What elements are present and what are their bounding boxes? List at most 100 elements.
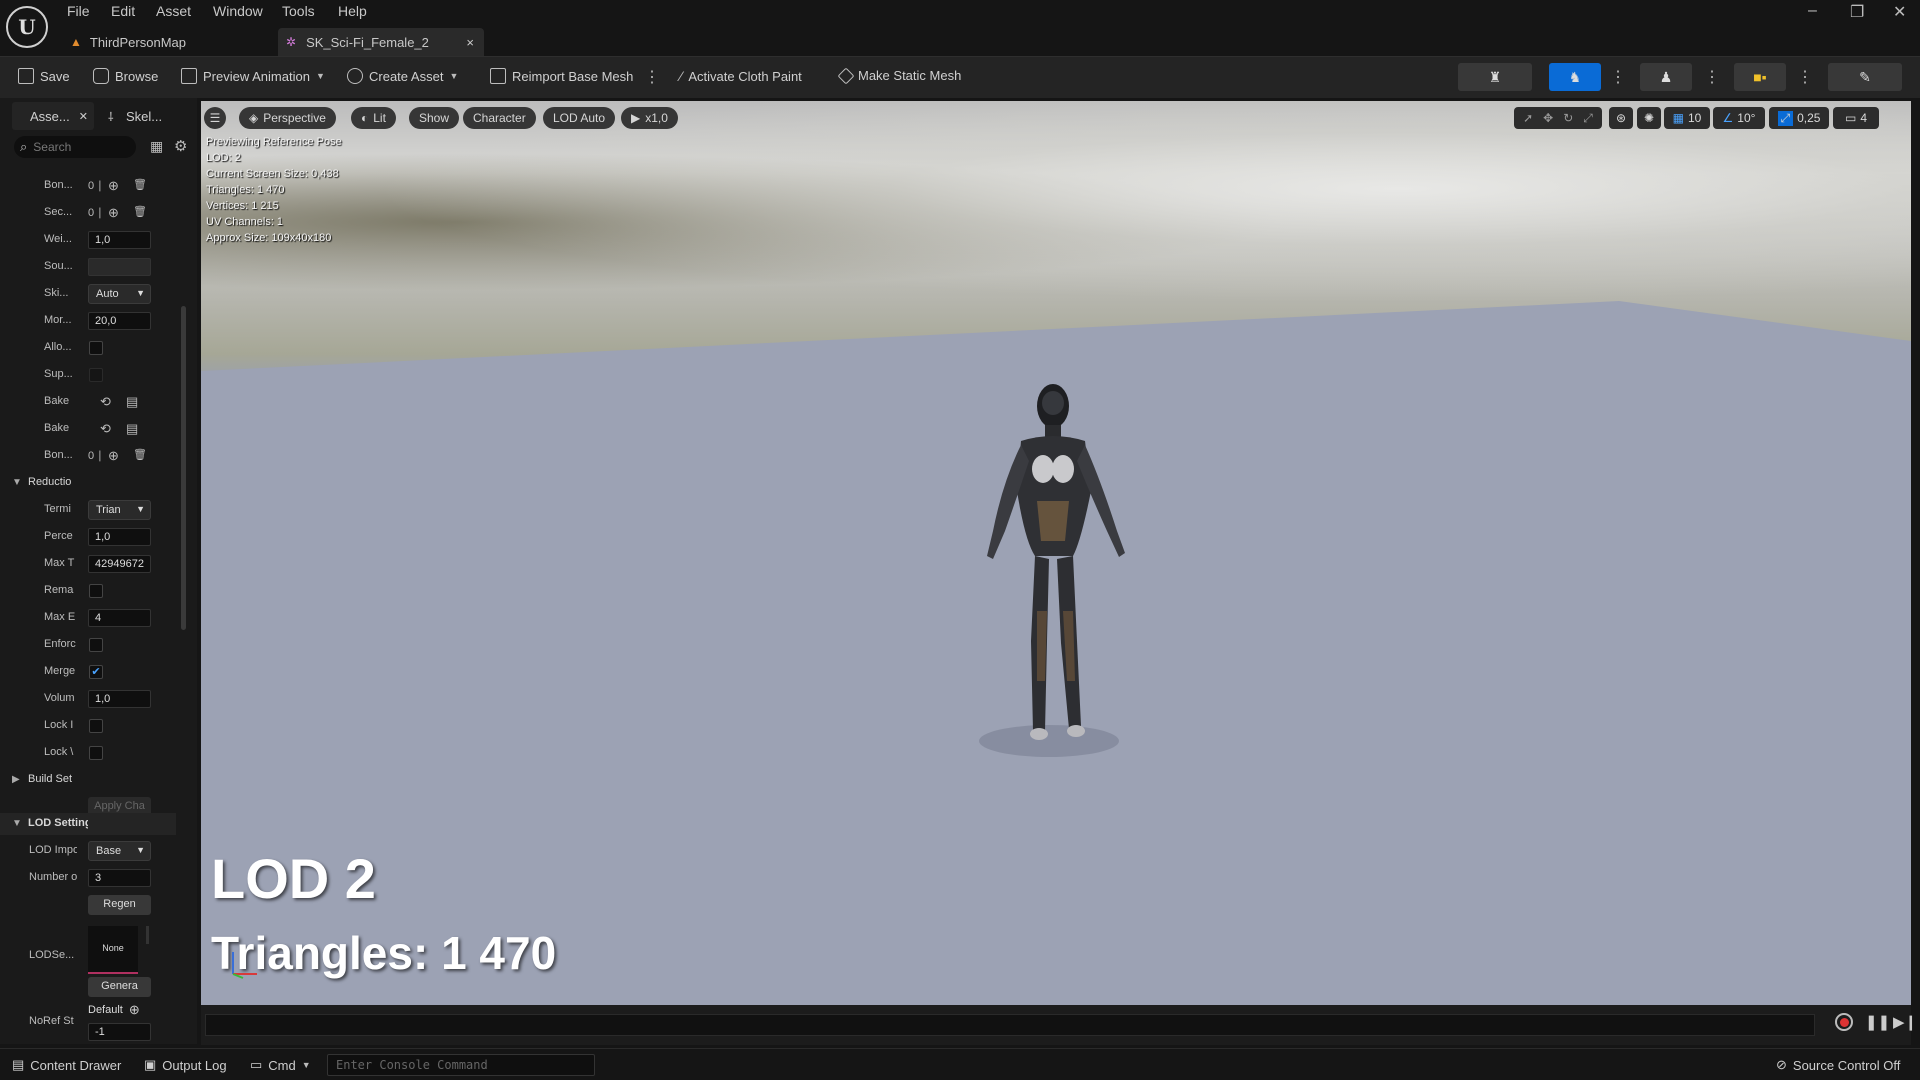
skeleton-mode-button[interactable]: ♜ [1458,63,1532,91]
preview-animation-button[interactable]: Preview Animation ▼ [181,68,325,84]
unreal-engine-logo[interactable]: U [6,6,48,48]
add-icon[interactable]: ⊕ [129,1002,140,1018]
move-icon[interactable]: ✥ [1543,111,1553,125]
menu-file[interactable]: File [67,3,90,19]
source-control-button[interactable]: ⊘ Source Control Off [1776,1057,1900,1073]
scale-icon[interactable]: ⤢ [1583,111,1593,126]
reset-icon[interactable]: ⟲ [100,394,111,410]
minimize-button[interactable]: – [1808,2,1817,20]
animation-mode-button[interactable]: ♟ [1640,63,1692,91]
search-input[interactable]: ⌕ Search [14,136,136,158]
noref-field[interactable]: -1 [88,1023,151,1041]
number-of-lods-field[interactable]: 3 [88,869,151,887]
tab-sk-sci-fi-female[interactable]: ✲ SK_Sci-Fi_Female_2 × [278,28,484,56]
animation-mode-options-icon[interactable]: ⋮ [1704,67,1720,87]
property-checkbox[interactable] [89,746,103,760]
table-view-icon[interactable]: ▦ [150,138,163,155]
local-space-button[interactable]: ⊛ [1609,107,1633,129]
menu-tools[interactable]: Tools [282,3,315,19]
property-checkbox[interactable] [89,368,103,382]
timeline-track[interactable] [205,1014,1815,1036]
property-field[interactable] [88,258,151,276]
reset-icon[interactable]: ⟲ [100,421,111,437]
camera-speed-button[interactable]: ▭ 4 [1833,107,1879,129]
viewport[interactable]: ☰ ◈ Perspective ◐ Lit Show Character LOD A… [201,101,1911,1005]
make-static-mesh-button[interactable]: Make Static Mesh [837,67,961,84]
property-field[interactable]: 1,0 [88,231,151,249]
lit-button[interactable]: ◐ Lit [351,107,396,129]
physics-mode-button[interactable]: ✎ [1828,63,1902,91]
close-tab-icon[interactable]: × [466,35,474,50]
tab-third-person-map[interactable]: ▲ ThirdPersonMap [70,28,270,56]
mesh-mode-button[interactable]: ♞ [1549,63,1601,91]
browse-asset-icon[interactable]: ▤ [126,421,138,437]
asset-thumbnail[interactable]: None [88,926,138,974]
property-checkbox[interactable] [89,719,103,733]
regenerate-button[interactable]: Regen [88,895,151,915]
trash-icon[interactable]: 🗑 [133,178,147,191]
reimport-options-icon[interactable]: ⋮ [644,67,660,87]
tab-asset-details[interactable]: Asse... ✕ [12,102,94,130]
character-button[interactable]: Character [463,107,536,129]
property-field[interactable]: 4 [88,609,151,627]
output-log-button[interactable]: ▣ Output Log [144,1057,227,1073]
step-forward-button[interactable]: ▶❙ [1893,1013,1917,1031]
lod-import-dropdown[interactable]: Base ▼ [88,841,151,861]
property-field[interactable]: 1,0 [88,528,151,546]
lod-settings-header[interactable]: ▼ LOD Settings [0,813,176,835]
show-button[interactable]: Show [409,107,460,129]
character-mesh[interactable] [941,381,1161,831]
create-asset-button[interactable]: Create Asset ▼ [347,68,458,84]
scale-snap-button[interactable]: ⤢ 0,25 [1769,107,1829,129]
property-dropdown[interactable]: Trian ▼ [88,500,151,520]
scrollbar[interactable] [181,306,186,630]
expand-arrow-icon[interactable]: ▶ [12,774,20,785]
browse-asset-icon[interactable]: ▤ [126,394,138,410]
add-element-icon[interactable]: ⊕ [108,448,119,464]
add-element-icon[interactable]: ⊕ [108,178,119,194]
select-icon[interactable]: ➚ [1523,111,1533,125]
menu-help[interactable]: Help [338,3,367,19]
generate-button[interactable]: Genera [88,977,151,997]
property-checkbox[interactable] [89,341,103,355]
property-field[interactable]: 1,0 [88,690,151,708]
surface-snap-button[interactable]: ✺ [1637,107,1661,129]
close-window-button[interactable]: ✕ [1893,2,1906,22]
grid-snap-button[interactable]: ▦ 10 [1664,107,1710,129]
rotate-icon[interactable]: ↻ [1563,111,1573,125]
blueprint-options-icon[interactable]: ⋮ [1797,67,1813,87]
tab-skeleton-tree[interactable]: ⸸ Skel... [100,102,180,130]
mesh-mode-options-icon[interactable]: ⋮ [1610,67,1626,87]
lod-auto-button[interactable]: LOD Auto [543,107,616,129]
trash-icon[interactable]: 🗑 [133,205,147,218]
property-dropdown[interactable]: Auto ▼ [88,284,151,304]
property-checkbox[interactable]: ✔ [89,665,103,679]
menu-asset[interactable]: Asset [156,3,191,19]
property-checkbox[interactable] [89,584,103,598]
perspective-button[interactable]: ◈ Perspective [239,107,336,129]
property-field[interactable]: 42949672 [88,555,151,573]
cmd-dropdown[interactable]: ▭ Cmd ▼ [250,1057,311,1073]
activate-cloth-paint-button[interactable]: ⁄ Activate Cloth Paint [680,68,802,84]
blueprint-mode-button[interactable]: ■▪ [1734,63,1786,91]
viewport-options-button[interactable]: ☰ [204,107,226,129]
browse-button[interactable]: Browse [93,68,158,84]
collapse-arrow-icon[interactable]: ▼ [12,477,22,488]
property-checkbox[interactable] [89,638,103,652]
playback-speed-button[interactable]: ▶ x1,0 [621,107,678,129]
property-field[interactable]: 20,0 [88,312,151,330]
menu-edit[interactable]: Edit [111,3,135,19]
reimport-base-mesh-button[interactable]: Reimport Base Mesh [490,68,633,84]
trash-icon[interactable]: 🗑 [133,448,147,461]
settings-icon[interactable]: ⚙ [174,137,187,155]
save-button[interactable]: Save [18,68,70,84]
pause-button[interactable]: ❚❚ [1865,1013,1890,1031]
menu-window[interactable]: Window [213,3,263,19]
close-tab-icon[interactable]: ✕ [79,110,88,123]
console-command-input[interactable]: Enter Console Command [327,1054,595,1076]
content-drawer-button[interactable]: ▤ Content Drawer [12,1057,121,1073]
add-element-icon[interactable]: ⊕ [108,205,119,221]
record-button[interactable] [1835,1013,1853,1031]
maximize-button[interactable]: ❐ [1850,2,1864,22]
rotation-snap-button[interactable]: ∠ 10° [1713,107,1765,129]
